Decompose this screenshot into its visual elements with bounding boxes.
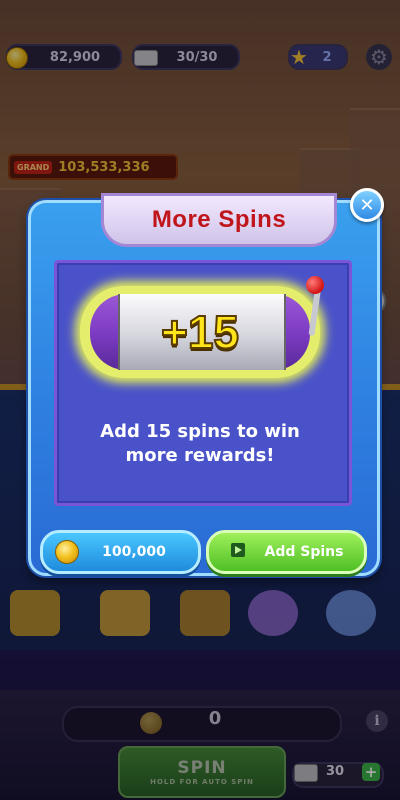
- modal-title-tab: More Spins: [101, 193, 337, 247]
- description-line-1: Add 15 spins to win: [100, 421, 300, 442]
- add-spins-label: Add Spins: [264, 544, 344, 560]
- lever-knob-icon: [306, 276, 324, 294]
- close-icon[interactable]: ✕: [350, 188, 384, 222]
- modal-description: Add 15 spins to win more rewards!: [60, 420, 340, 468]
- add-spins-button[interactable]: Add Spins: [206, 530, 367, 574]
- reward-amount: +15: [160, 305, 240, 359]
- video-play-icon: [231, 543, 245, 557]
- buy-with-coins-button[interactable]: 100,000: [40, 530, 201, 574]
- coin-icon: [55, 540, 79, 564]
- modal-title: More Spins: [151, 206, 287, 233]
- coin-price-label: 100,000: [102, 544, 166, 560]
- description-line-2: more rewards!: [125, 445, 275, 466]
- spin-capsule: +15: [80, 286, 320, 378]
